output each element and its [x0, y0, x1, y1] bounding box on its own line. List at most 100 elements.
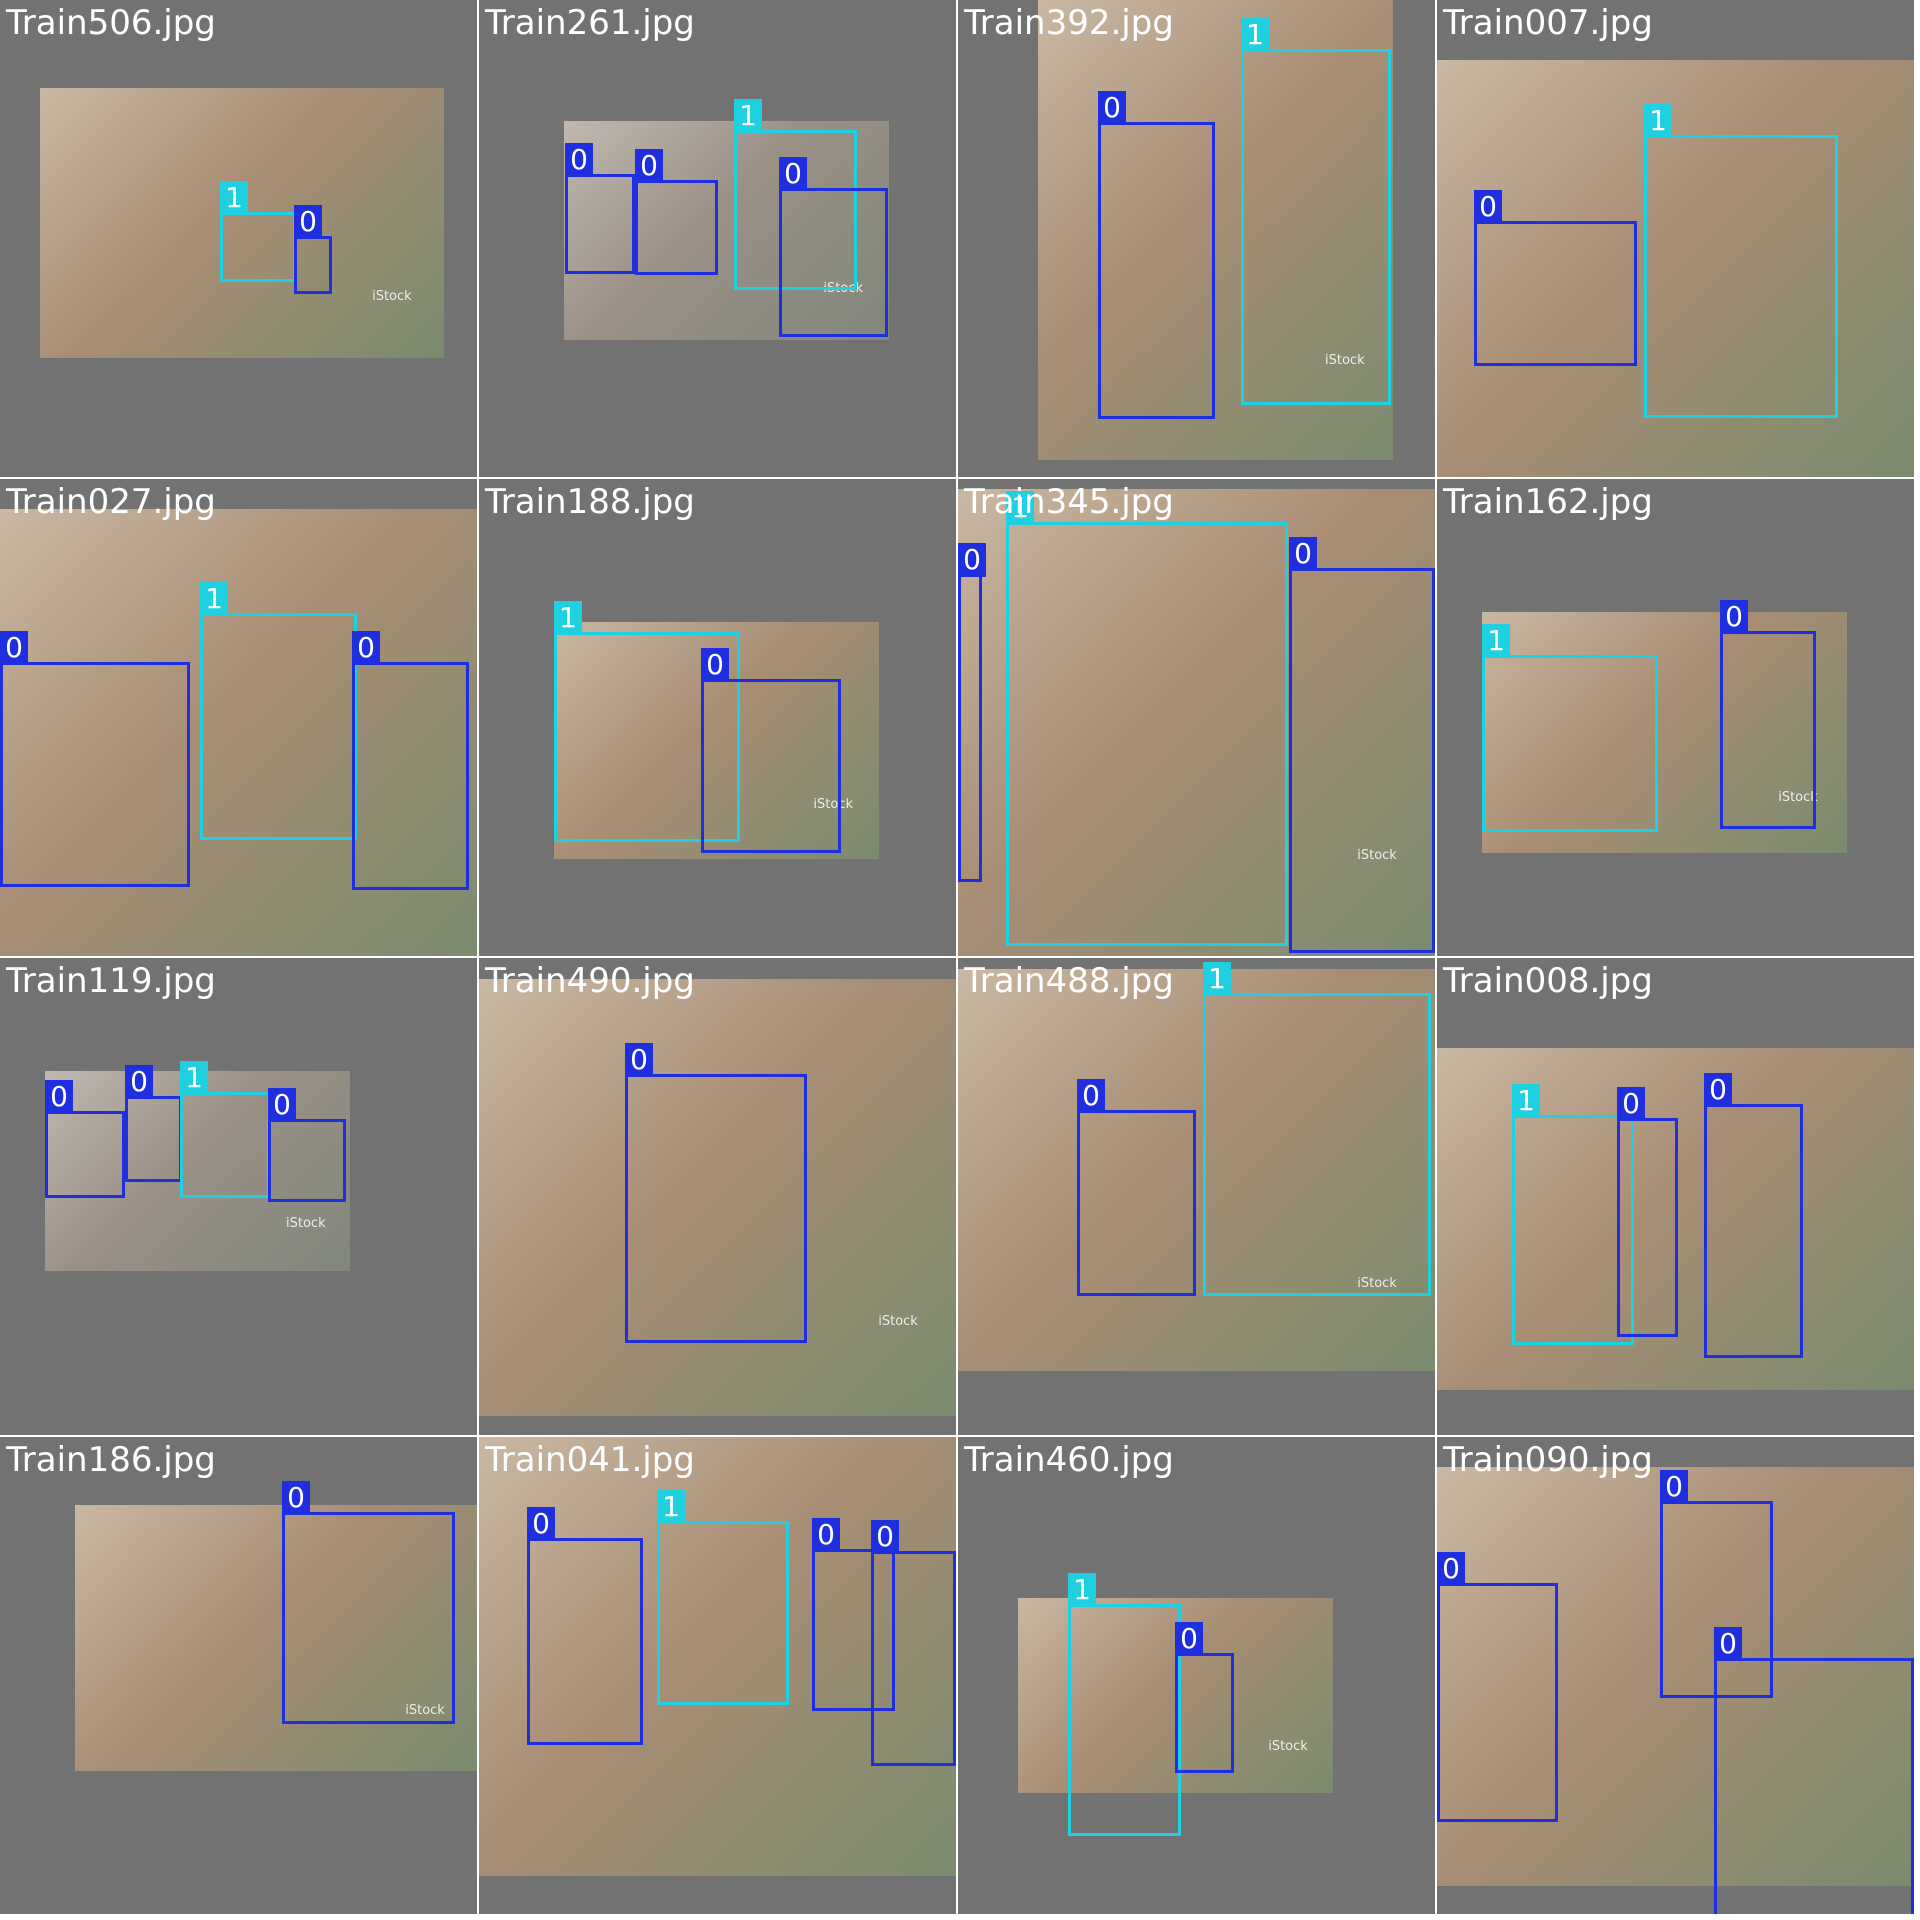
class-label: 0 — [565, 143, 593, 177]
bounding-box-class-0: 0 — [1474, 190, 1637, 366]
class-label: 0 — [1175, 1622, 1203, 1656]
bounding-box-class-0: 0 — [125, 1065, 182, 1182]
bounding-box-class-0: 0 — [294, 205, 332, 294]
watermark-text: iStock — [286, 1216, 326, 1231]
class-label: 1 — [554, 601, 582, 635]
image-tile: Train027.jpg 0 1 0 — [0, 479, 477, 956]
bounding-box-class-0: 0 — [871, 1520, 956, 1766]
bounding-box-class-1: 1 — [1482, 624, 1658, 832]
bounding-box-class-0: 0 — [625, 1043, 807, 1343]
image-tile: iStock Train261.jpg 0 0 1 0 — [479, 0, 956, 477]
bounding-box-class-0: 0 — [958, 543, 986, 882]
class-label: 0 — [635, 149, 663, 183]
class-label: 1 — [180, 1061, 208, 1095]
bounding-box-class-0: 0 — [1617, 1087, 1678, 1337]
class-label: 1 — [1482, 624, 1510, 658]
bounding-box-class-0: 0 — [1098, 91, 1215, 419]
class-label: 0 — [1704, 1073, 1732, 1107]
class-label: 0 — [1077, 1079, 1105, 1113]
bounding-box-class-0: 0 — [1289, 537, 1435, 953]
tile-filename: Train041.jpg — [485, 1440, 695, 1480]
class-label: 0 — [352, 631, 380, 665]
class-label: 0 — [1437, 1552, 1465, 1586]
tile-filename: Train490.jpg — [485, 961, 695, 1001]
image-tile: Train007.jpg 0 1 — [1437, 0, 1914, 477]
image-tile: Train090.jpg 0 0 0 — [1437, 1437, 1914, 1914]
image-tile: iStock Train188.jpg 1 0 — [479, 479, 956, 956]
class-label: 0 — [45, 1080, 73, 1114]
bounding-box-class-0: 0 — [1714, 1627, 1914, 1914]
tile-filename: Train027.jpg — [6, 482, 216, 522]
class-label: 1 — [657, 1490, 685, 1524]
image-tile: iStock Train460.jpg 1 0 — [958, 1437, 1435, 1914]
class-label: 0 — [958, 543, 986, 577]
image-tile: iStock Train162.jpg 1 0 — [1437, 479, 1914, 956]
bounding-box-class-1: 1 — [657, 1490, 789, 1705]
class-label: 0 — [779, 157, 807, 191]
tile-filename: Train488.jpg — [964, 961, 1174, 1001]
tile-filename: Train261.jpg — [485, 3, 695, 43]
bounding-box-class-1: 1 — [1241, 18, 1391, 405]
tile-filename: Train008.jpg — [1443, 961, 1653, 1001]
class-label: 1 — [1644, 104, 1672, 138]
class-label: 0 — [125, 1065, 153, 1099]
tile-filename: Train345.jpg — [964, 482, 1174, 522]
tile-filename: Train119.jpg — [6, 961, 216, 1001]
bounding-box-class-1: 1 — [220, 181, 296, 282]
image-tile: iStock Train186.jpg 0 — [0, 1437, 477, 1914]
tile-filename: Train090.jpg — [1443, 1440, 1653, 1480]
class-label: 1 — [734, 99, 762, 133]
tile-filename: Train007.jpg — [1443, 3, 1653, 43]
class-label: 1 — [1241, 18, 1269, 52]
class-label: 1 — [220, 181, 248, 215]
bounding-box-class-0: 0 — [527, 1507, 643, 1745]
class-label: 0 — [1660, 1470, 1688, 1504]
class-label: 0 — [282, 1481, 310, 1515]
class-label: 0 — [268, 1088, 296, 1122]
tile-filename: Train460.jpg — [964, 1440, 1174, 1480]
bounding-box-class-0: 0 — [1437, 1552, 1558, 1822]
bounding-box-class-0: 0 — [45, 1080, 125, 1198]
class-label: 0 — [1289, 537, 1317, 571]
class-label: 0 — [0, 631, 28, 665]
class-label: 0 — [1617, 1087, 1645, 1121]
bounding-box-class-1: 1 — [1512, 1084, 1634, 1345]
class-label: 0 — [701, 648, 729, 682]
class-label: 1 — [200, 582, 228, 616]
bounding-box-class-0: 0 — [352, 631, 469, 890]
bounding-box-class-0: 0 — [268, 1088, 346, 1202]
bounding-box-class-1: 1 — [1644, 104, 1838, 418]
image-tile: Train008.jpg 1 0 0 — [1437, 958, 1914, 1435]
watermark-text: iStock — [1268, 1739, 1308, 1754]
class-label: 0 — [1714, 1627, 1742, 1661]
image-tile: iStock Train392.jpg 0 1 — [958, 0, 1435, 477]
bounding-box-class-0: 0 — [1077, 1079, 1196, 1296]
image-tile: Train041.jpg 0 1 0 0 — [479, 1437, 956, 1914]
image-tile: iStock Train488.jpg 0 1 — [958, 958, 1435, 1435]
class-label: 0 — [527, 1507, 555, 1541]
bounding-box-class-0: 0 — [701, 648, 841, 853]
class-label: 1 — [1068, 1573, 1096, 1607]
bounding-box-class-1: 1 — [180, 1061, 270, 1198]
annotation-mosaic: iStock Train506.jpg 1 0 iStock Train261.jpg 0 0… — [0, 0, 1920, 1920]
bounding-box-class-0: 0 — [635, 149, 718, 275]
tile-filename: Train506.jpg — [6, 3, 216, 43]
class-label: 0 — [294, 205, 322, 239]
tile-filename: Train162.jpg — [1443, 482, 1653, 522]
class-label: 0 — [625, 1043, 653, 1077]
class-label: 0 — [871, 1520, 899, 1554]
bounding-box-class-0: 0 — [779, 157, 888, 337]
bounding-box-class-0: 0 — [1720, 600, 1816, 829]
class-label: 1 — [1203, 962, 1231, 996]
class-label: 0 — [1720, 600, 1748, 634]
bounding-box-class-1: 1 — [1006, 491, 1288, 946]
bounding-box-class-0: 0 — [565, 143, 635, 274]
class-label: 1 — [1512, 1084, 1540, 1118]
bounding-box-class-1: 1 — [200, 582, 357, 840]
bounding-box-class-0: 0 — [0, 631, 190, 887]
image-tile: iStock Train490.jpg 0 — [479, 958, 956, 1435]
bounding-box-class-1: 1 — [1203, 962, 1431, 1296]
image-tile: iStock Train506.jpg 1 0 — [0, 0, 477, 477]
bounding-box-class-0: 0 — [1704, 1073, 1803, 1358]
image-tile: iStock Train345.jpg 0 1 0 — [958, 479, 1435, 956]
